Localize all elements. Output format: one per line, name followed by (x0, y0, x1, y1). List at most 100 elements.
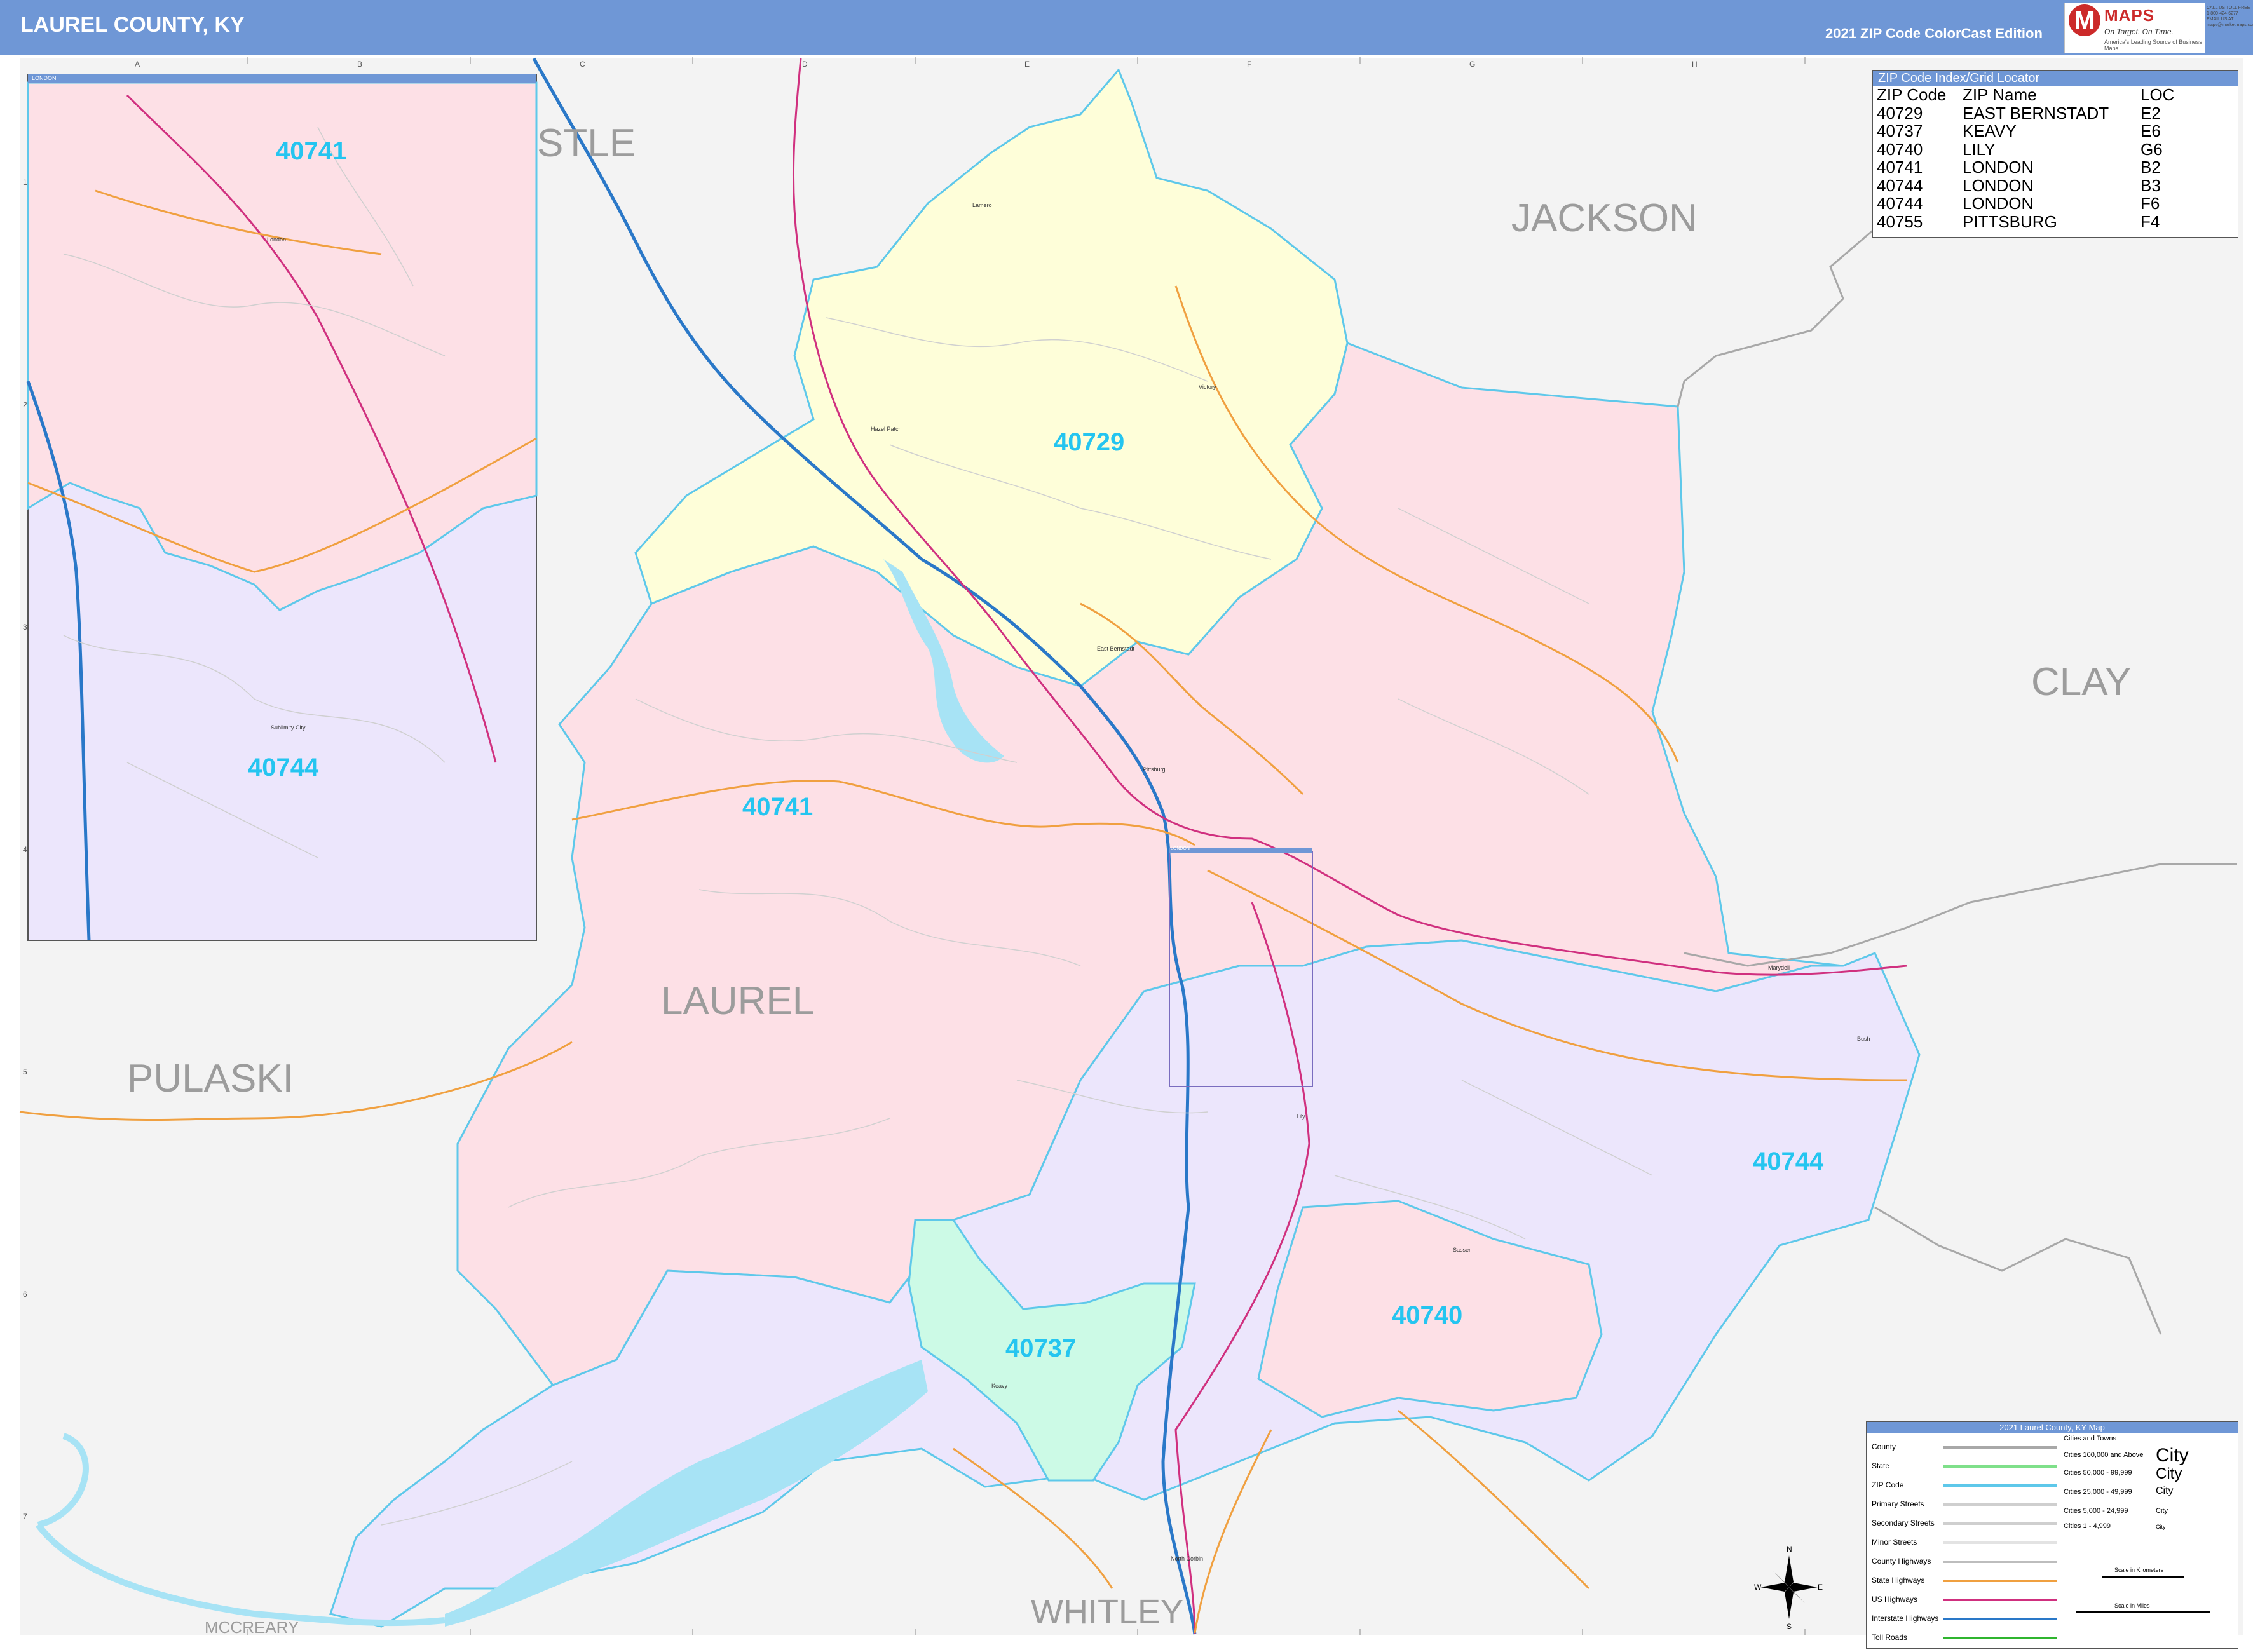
grid-row-3: 3 (23, 623, 27, 632)
legend-city-sample: City (2156, 1486, 2174, 1496)
grid-col-f: F (1247, 60, 1252, 69)
grid-row-6: 6 (23, 1290, 27, 1299)
zip-label-40737: 40737 (1005, 1334, 1077, 1362)
table-cell: 40729 (1877, 103, 1923, 123)
zip-index-title: ZIP Code Index/Grid Locator (1873, 71, 2238, 86)
table-cell: B2 (2141, 158, 2161, 177)
compass-s: S (1787, 1622, 1792, 1631)
table-cell: F6 (2141, 194, 2160, 213)
legend-city-class: Cities 1 - 4,999 (2064, 1522, 2111, 1530)
table-cell: LONDON (1963, 194, 2034, 213)
legend-swatch-state (1943, 1465, 2057, 1468)
city-label: East Bernstadt (1097, 646, 1135, 652)
legend-item-label: Interstate Highways (1872, 1614, 1939, 1623)
city-label: Hazel Patch (871, 426, 902, 432)
city-label: Marydell (1768, 965, 1790, 971)
zip-label-40740: 40740 (1392, 1301, 1463, 1329)
county-label-castle: STLE (537, 121, 636, 165)
inset-map-london (26, 74, 538, 941)
table-cell: E2 (2141, 103, 2161, 123)
table-row: 40737 KEAVY E6 (1877, 122, 2181, 140)
compass-rose-icon: N S W E (1754, 1545, 1823, 1631)
col-header: ZIP Name (1963, 85, 2037, 104)
table-row: 40729 EAST BERNSTADT E2 (1877, 104, 2181, 123)
table-cell: 40755 (1877, 212, 1923, 231)
legend-scale-km: Scale in Kilometers (2114, 1567, 2164, 1573)
city-label: North Corbin (1171, 1555, 1204, 1562)
legend-item-label: Secondary Streets (1872, 1519, 1935, 1527)
table-row: 40755 PITTSBURG F4 (1877, 212, 2181, 231)
table-cell: F4 (2141, 212, 2160, 231)
grid-col-e: E (1024, 60, 1030, 69)
legend-city-sample: City (2156, 1524, 2166, 1530)
legend-swatch-zip (1943, 1484, 2057, 1487)
inset-zip-label-40741: 40741 (276, 137, 347, 165)
legend-swatch-us-hwy (1943, 1599, 2057, 1601)
table-cell: 40744 (1877, 194, 1923, 213)
county-label-pulaski: PULASKI (127, 1057, 294, 1100)
legend-item-label: Minor Streets (1872, 1538, 1917, 1547)
zip-index-table: ZIP Code ZIP Name LOC 40729 EAST BERNSTAD… (1877, 86, 2181, 231)
legend-cities-header: Cities and Towns (2064, 1435, 2116, 1442)
scale-bar-mi (2076, 1611, 2210, 1613)
legend-item-label: State (1872, 1461, 1890, 1470)
table-cell: LONDON (1963, 158, 2034, 177)
table-row: 40744 LONDON F6 (1877, 194, 2181, 213)
legend-swatch-state-hwy (1943, 1580, 2057, 1582)
city-label: Lily (1297, 1113, 1305, 1120)
city-label: Keavy (991, 1383, 1008, 1389)
table-cell: 40741 (1877, 158, 1923, 177)
city-label: Bush (1857, 1036, 1870, 1042)
zip-label-40729: 40729 (1054, 428, 1125, 456)
city-label: London (267, 236, 287, 243)
legend-swatch-secondary (1943, 1522, 2057, 1525)
county-label-whitley: WHITLEY (1031, 1593, 1184, 1631)
table-row: 40741 LONDON B2 (1877, 158, 2181, 177)
city-label: Sasser (1453, 1247, 1471, 1253)
table-cell: KEAVY (1963, 121, 2017, 140)
table-cell: G6 (2141, 139, 2163, 159)
london-inset-outline-header (1169, 848, 1312, 853)
county-label-jackson: JACKSON (1511, 196, 1698, 240)
legend-swatch-county-hwy (1943, 1561, 2057, 1563)
legend-swatch-interstate (1943, 1618, 2057, 1620)
grid-col-c: C (580, 60, 585, 69)
legend-city-class: Cities 50,000 - 99,999 (2064, 1469, 2132, 1477)
inset-title: LONDON (32, 75, 57, 81)
zip-code-index: ZIP Code Index/Grid Locator ZIP Code ZIP… (1872, 70, 2238, 238)
legend-item-label: Primary Streets (1872, 1500, 1924, 1508)
scale-bar-km (2102, 1576, 2184, 1578)
legend-city-class: Cities 5,000 - 24,999 (2064, 1507, 2128, 1515)
table-cell: 40740 (1877, 139, 1923, 159)
legend-scale-mi: Scale in Miles (2114, 1602, 2150, 1609)
grid-col-d: D (802, 60, 808, 69)
legend-city-class: Cities 100,000 and Above (2064, 1451, 2144, 1459)
legend-city-sample: City (2156, 1445, 2189, 1466)
county-label-clay: CLAY (2031, 660, 2132, 704)
city-label: Victory (1199, 384, 1216, 390)
inset-zip-label-40744: 40744 (248, 754, 319, 782)
legend-item-label: US Highways (1872, 1595, 1918, 1604)
map-legend: 2021 Laurel County, KY Map County State … (1866, 1421, 2238, 1649)
table-cell: LILY (1963, 139, 1996, 159)
legend-item-label: Toll Roads (1872, 1633, 1908, 1642)
legend-item-label: State Highways (1872, 1576, 1925, 1585)
legend-item-label: County Highways (1872, 1557, 1931, 1566)
col-header: ZIP Code (1877, 85, 1947, 104)
grid-row-7: 7 (23, 1512, 27, 1521)
table-cell: B3 (2141, 175, 2161, 195)
legend-swatch-toll (1943, 1637, 2057, 1639)
legend-city-sample: City (2156, 1465, 2182, 1482)
grid-row-2: 2 (23, 400, 27, 409)
legend-swatch-primary (1943, 1503, 2057, 1506)
main-inset-title: LONDON (1171, 846, 1190, 851)
table-cell: PITTSBURG (1963, 212, 2057, 231)
legend-swatch-minor (1943, 1541, 2057, 1544)
compass-w: W (1754, 1583, 1762, 1592)
inset-title-bar (28, 74, 536, 83)
table-cell: E6 (2141, 121, 2161, 140)
legend-title: 2021 Laurel County, KY Map (1867, 1422, 2238, 1433)
city-label: Lamero (972, 202, 992, 208)
legend-item-label: ZIP Code (1872, 1480, 1904, 1489)
zip-index-header-row: ZIP Code ZIP Name LOC (1877, 86, 2181, 104)
